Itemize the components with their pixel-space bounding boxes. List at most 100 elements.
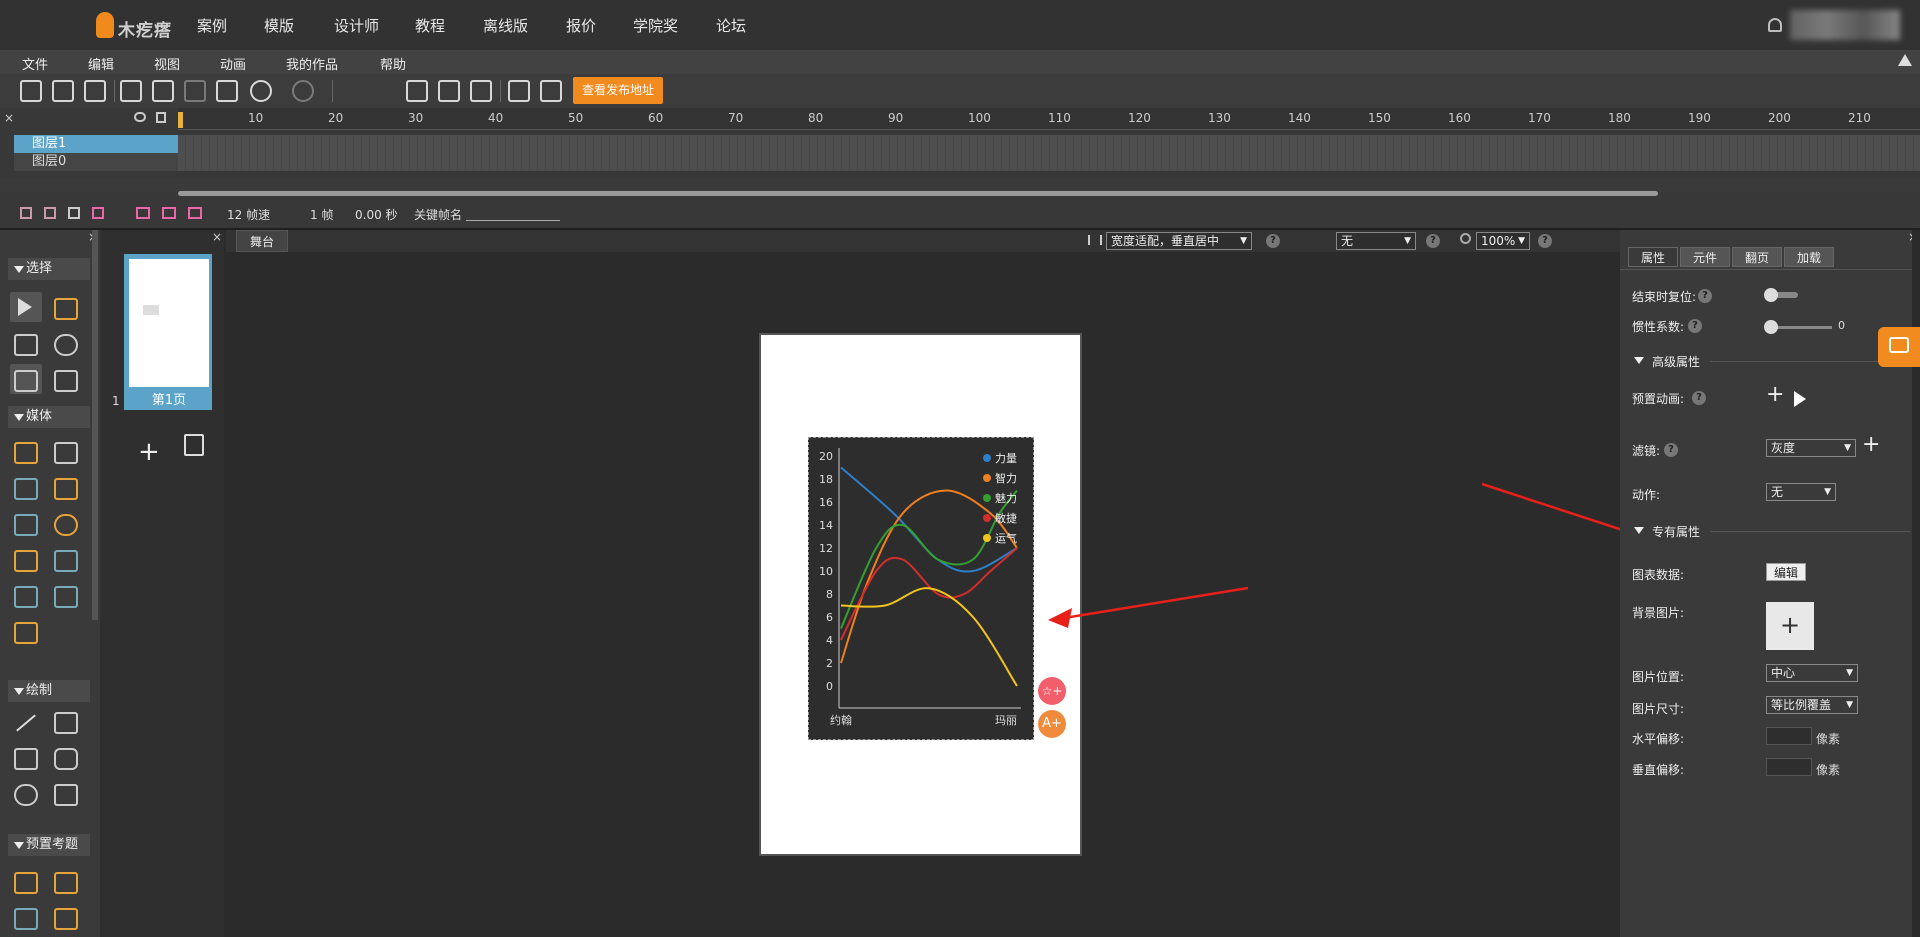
timeline-close-icon[interactable]: × [4,111,14,125]
layer-row-0[interactable]: 图层0 [14,153,178,171]
collapse-icon[interactable] [1634,357,1644,364]
line-tool-icon[interactable] [16,714,36,732]
rectangle-tool-icon[interactable] [14,748,38,770]
nav-item-offline[interactable]: 离线版 [483,15,528,36]
help-icon[interactable]: ? [1538,234,1552,248]
shape-settings-icon[interactable] [14,370,38,392]
copy-layer-icon[interactable] [92,207,104,219]
3d-box-icon[interactable] [14,442,38,464]
frames-track-1[interactable] [178,135,1920,153]
menu-animation[interactable]: 动画 [220,54,246,73]
img-pos-select[interactable]: 中心 ▼ [1766,664,1858,682]
section-quiz[interactable]: 预置考题 [8,834,90,856]
polygon-tool-icon[interactable] [54,784,78,806]
stage-bg-select[interactable]: 无 ▼ [1336,232,1416,250]
grid-tool-icon[interactable] [54,370,78,392]
chart-icon[interactable] [54,586,78,608]
nav-item-cases[interactable]: 案例 [197,15,227,36]
nav-item-pricing[interactable]: 报价 [566,15,596,36]
add-animation-icon[interactable]: + [1766,382,1784,407]
view-publish-url-button[interactable]: 查看发布地址 [573,77,663,104]
tab-stage[interactable]: 舞台 [236,230,288,252]
tool-panel-scrollbar[interactable] [92,230,98,620]
panorama-360-icon[interactable] [14,622,38,644]
publish-icon[interactable] [540,80,562,102]
section-select[interactable]: 选择 [8,258,90,280]
section-media[interactable]: 媒体 [8,406,90,428]
add-bg-image-button[interactable]: + [1766,602,1814,650]
fill-blank-icon[interactable] [14,908,38,930]
add-folder-icon[interactable] [44,207,56,219]
filter-select[interactable]: 灰度 ▼ [1766,439,1856,457]
bell-icon[interactable] [1768,18,1782,32]
favorite-add-button[interactable]: ☆+ [1038,677,1066,705]
delete-layer-icon[interactable] [68,207,80,219]
user-avatar[interactable] [1790,10,1900,40]
nav-item-tutorials[interactable]: 教程 [415,15,445,36]
save-icon[interactable] [84,80,106,102]
undo-icon[interactable] [250,80,272,102]
redo-icon[interactable] [292,80,314,102]
ps-import-icon[interactable] [54,442,78,464]
menu-edit[interactable]: 编辑 [88,54,114,73]
tab-symbols[interactable]: 元件 [1680,247,1730,267]
help-icon[interactable]: ? [1698,289,1712,303]
menu-help[interactable]: 帮助 [380,54,406,73]
keyframe-name-input[interactable] [466,220,560,221]
cut-icon[interactable] [120,80,142,102]
help-icon[interactable]: ? [1426,234,1440,248]
zoom-tool-icon[interactable] [54,334,78,356]
tab-page-turn[interactable]: 翻页 [1732,247,1782,267]
delete-icon[interactable] [216,80,238,102]
paste-icon[interactable] [184,80,206,102]
transform-tool-icon[interactable] [14,334,38,356]
img-size-select[interactable]: 等比例覆盖 ▼ [1766,696,1858,714]
collapse-up-icon[interactable] [1898,54,1912,66]
slider-knob[interactable] [1764,320,1778,334]
text-icon[interactable] [54,514,78,536]
chat-button[interactable] [1878,327,1920,367]
curve-tool-icon[interactable] [54,298,78,320]
slideshow-icon[interactable] [54,550,78,572]
add-page-from-template-icon[interactable] [184,434,204,456]
drag-quiz-icon[interactable] [54,908,78,930]
menu-file[interactable]: 文件 [22,54,48,73]
add-filter-icon[interactable]: + [1862,432,1880,457]
collapse-icon[interactable] [1634,527,1644,534]
logo[interactable]: 木疙瘩 [96,10,206,41]
timeline-scrollbar[interactable] [178,191,1658,196]
input-text-icon[interactable] [14,550,38,572]
frame-tool-icon[interactable] [162,207,176,219]
play-animation-icon[interactable] [1794,391,1806,407]
new-file-icon[interactable] [20,80,42,102]
audio-icon[interactable] [54,478,78,500]
open-folder-icon[interactable] [52,80,74,102]
stop-icon[interactable] [406,80,428,102]
menu-view[interactable]: 视图 [154,54,180,73]
multi-choice-icon[interactable] [54,872,78,894]
ellipse-tool-icon[interactable] [14,784,38,806]
frames-track-0[interactable] [178,153,1920,171]
preview-icon[interactable] [438,80,460,102]
pen-tool-icon[interactable] [54,712,78,734]
help-icon[interactable]: ? [1692,391,1706,405]
help-icon[interactable]: ? [1688,319,1702,333]
playhead[interactable] [178,112,183,128]
embed-code-icon[interactable] [14,586,38,608]
rounded-rect-tool-icon[interactable] [54,748,78,770]
nav-item-designers[interactable]: 设计师 [334,15,379,36]
section-draw[interactable]: 绘制 [8,680,90,702]
page-thumbnail[interactable]: 第1页 [124,254,212,410]
page-panel-close-icon[interactable]: × [212,230,222,244]
tab-loading[interactable]: 加载 [1784,247,1834,267]
frame-tool-icon[interactable] [188,207,202,219]
single-choice-icon[interactable] [14,872,38,894]
zoom-select[interactable]: 100% ▼ [1476,232,1530,250]
help-icon[interactable]: ? [1664,443,1678,457]
add-page-icon[interactable]: + [138,439,160,465]
js-icon[interactable] [508,80,530,102]
fit-mode-select[interactable]: 宽度适配，垂直居中 ▼ [1106,232,1252,250]
menu-my-works[interactable]: 我的作品 [286,54,338,73]
help-icon[interactable]: ? [1266,234,1280,248]
text-add-button[interactable]: A+ [1038,710,1066,738]
